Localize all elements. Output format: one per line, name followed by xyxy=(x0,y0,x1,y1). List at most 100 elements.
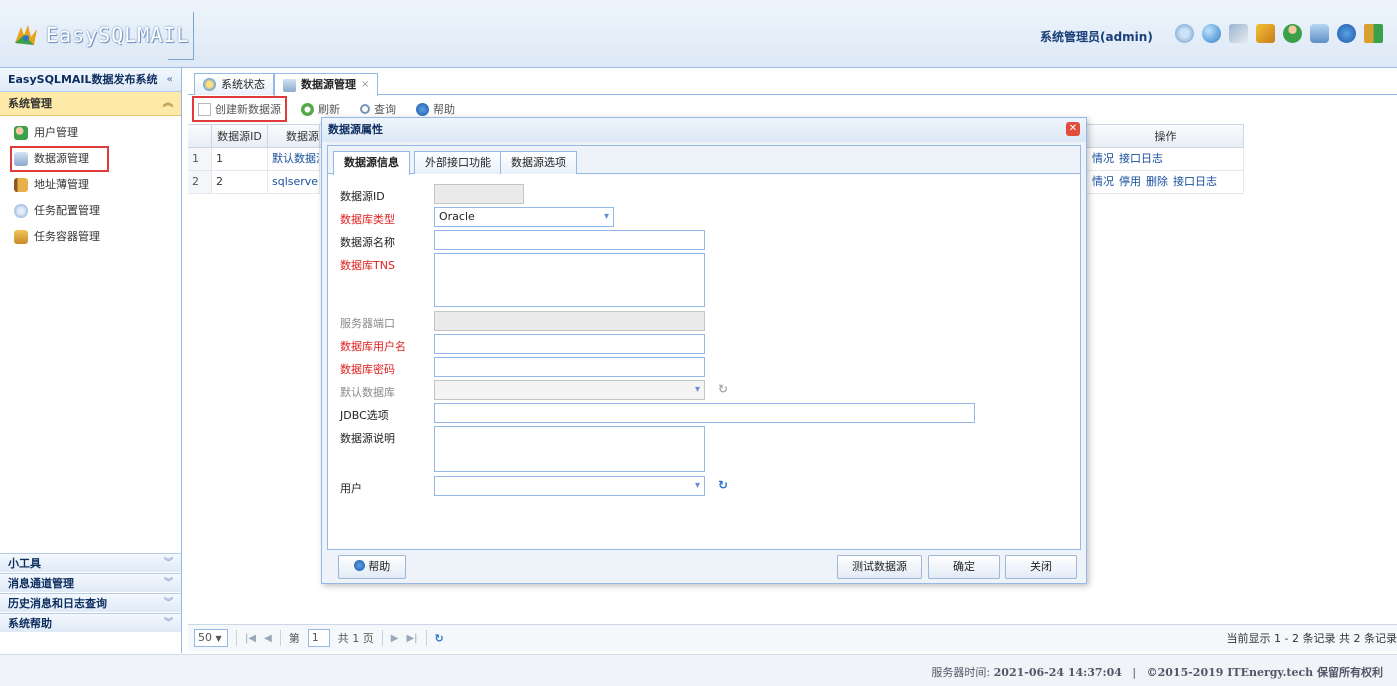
db-type-select[interactable]: Oracle ▾ xyxy=(434,207,614,227)
datasource-desc-field[interactable] xyxy=(434,426,705,472)
last-page-icon[interactable]: ▶| xyxy=(406,633,417,644)
datasource-name-field[interactable] xyxy=(434,230,705,250)
status-link[interactable]: 情况 xyxy=(1092,175,1114,188)
logo-icon xyxy=(15,25,37,45)
chevron-down-icon: ︾ xyxy=(163,598,173,608)
gear-icon[interactable] xyxy=(1175,24,1194,43)
server-time-label: 服务器时间: xyxy=(931,666,991,679)
jdbc-options-field[interactable] xyxy=(434,403,975,423)
ok-button[interactable]: 确定 xyxy=(928,555,1000,579)
close-button[interactable]: 关闭 xyxy=(1005,555,1077,579)
interface-log-link[interactable]: 接口日志 xyxy=(1173,175,1217,188)
nav-section-tools[interactable]: 小工具 ︾ xyxy=(0,553,181,572)
delete-link[interactable]: 删除 xyxy=(1146,175,1168,188)
first-page-icon[interactable]: |◀ xyxy=(245,633,256,644)
tab-datasource-options[interactable]: 数据源选项 xyxy=(500,151,577,174)
chevron-down-icon: ▾ xyxy=(694,384,700,395)
user-select[interactable]: ▾ xyxy=(434,476,705,496)
current-user[interactable]: 系统管理员(admin) xyxy=(1040,28,1153,45)
chevron-down-icon: ︾ xyxy=(163,558,173,568)
prev-page-icon[interactable]: ◀ xyxy=(264,633,272,644)
help-icon[interactable] xyxy=(1337,24,1356,43)
total-pages: 共 1 页 xyxy=(337,632,374,645)
tab-label: 数据源管理 xyxy=(301,78,356,91)
dialog-title[interactable]: 数据源属性 xyxy=(322,118,1086,142)
left-navigation-panel: EasySQLMAIL数据发布系统 « 系统管理 ︽ 用户管理 数据源管理 地址… xyxy=(0,68,182,653)
db-tns-field[interactable] xyxy=(434,253,705,307)
datasource-name-label: 数据源名称 xyxy=(340,236,395,249)
brush-icon[interactable] xyxy=(1256,24,1275,43)
nav-section-history[interactable]: 历史消息和日志查询 ︾ xyxy=(0,593,181,612)
tools-icon[interactable] xyxy=(1229,24,1248,43)
next-page-icon[interactable]: ▶ xyxy=(391,633,399,644)
interface-log-link[interactable]: 接口日志 xyxy=(1119,152,1163,165)
dialog-help-button[interactable]: 帮助 xyxy=(338,555,406,579)
refresh-user-icon[interactable]: ↻ xyxy=(718,478,728,492)
chevron-up-icon[interactable]: ︽ xyxy=(163,92,173,116)
dialog-tab-bar: 数据源信息 外部接口功能 数据源选项 xyxy=(328,146,1080,175)
status-icon xyxy=(203,78,216,91)
search-icon xyxy=(360,104,370,114)
test-datasource-button[interactable]: 测试数据源 xyxy=(837,555,922,579)
status-link[interactable]: 情况 xyxy=(1092,152,1114,165)
sidebar-item-datasource[interactable]: 数据源管理 xyxy=(10,146,109,172)
chevron-down-icon: ▾ xyxy=(603,211,609,222)
sidebar-item-task-container[interactable]: 任务容器管理 xyxy=(0,224,181,250)
nav-section-label: 小工具 xyxy=(8,557,41,570)
create-datasource-label: 创建新数据源 xyxy=(215,103,281,116)
column-header-name[interactable]: 数据源 xyxy=(268,125,320,148)
globe-icon[interactable] xyxy=(1202,24,1221,43)
package-icon[interactable] xyxy=(1310,24,1329,43)
db-password-field[interactable] xyxy=(434,357,705,377)
close-tab-icon[interactable]: × xyxy=(361,75,369,95)
cell-name[interactable]: 默认数据源 xyxy=(268,148,320,170)
close-icon[interactable]: ✕ xyxy=(1066,122,1080,136)
pager-separator xyxy=(381,630,383,646)
exit-icon[interactable] xyxy=(1364,24,1383,43)
page-size-select[interactable]: 50 ▼ xyxy=(194,629,228,647)
sidebar-item-addressbook[interactable]: 地址薄管理 xyxy=(0,172,181,198)
chevron-down-icon: ︾ xyxy=(163,578,173,588)
nav-section-label: 消息通道管理 xyxy=(8,577,74,590)
sidebar-item-label: 用户管理 xyxy=(34,126,78,139)
sidebar-item-users[interactable]: 用户管理 xyxy=(0,120,181,146)
user-icon[interactable] xyxy=(1283,24,1302,43)
refresh-icon[interactable]: ↻ xyxy=(435,632,444,645)
server-port-field xyxy=(434,311,705,331)
datasource-desc-label: 数据源说明 xyxy=(340,432,395,445)
logo-frame-decoration xyxy=(168,12,194,60)
refresh-default-db-icon: ↻ xyxy=(718,382,729,396)
page-size-value: 50 xyxy=(198,631,212,644)
column-header-id[interactable]: 数据源ID xyxy=(212,125,268,148)
datasource-icon xyxy=(283,78,296,92)
db-username-field[interactable] xyxy=(434,334,705,354)
user-label: 用户 xyxy=(340,482,362,495)
refresh-label: 刷新 xyxy=(318,103,340,116)
nav-section-label: 系统帮助 xyxy=(8,617,52,630)
query-label: 查询 xyxy=(374,103,396,116)
copyright: ©2015-2019 ITEnergy.tech 保留所有权利 xyxy=(1146,666,1383,679)
task-container-icon xyxy=(14,230,28,244)
nav-section-channels[interactable]: 消息通道管理 ︾ xyxy=(0,573,181,592)
tab-datasource-info[interactable]: 数据源信息 xyxy=(333,151,410,175)
nav-section-system[interactable]: 系统管理 ︽ xyxy=(0,92,181,116)
grid-pager: 50 ▼ |◀ ◀ 第 1 共 1 页 ▶ ▶| ↻ 当前显示 1 - 2 条记… xyxy=(188,624,1397,651)
nav-section-help[interactable]: 系统帮助 ︾ xyxy=(0,613,181,632)
create-datasource-button[interactable]: 创建新数据源 xyxy=(192,96,287,122)
cell-name[interactable]: sqlserver xyxy=(268,171,320,193)
collapse-left-icon[interactable]: « xyxy=(167,68,173,92)
tab-datasource[interactable]: 数据源管理 × xyxy=(274,73,379,96)
page-number-input[interactable]: 1 xyxy=(307,629,330,647)
main-tab-bar: 系统状态 数据源管理 × xyxy=(188,70,1397,96)
default-db-label: 默认数据库 xyxy=(340,386,395,399)
disable-link[interactable]: 停用 xyxy=(1119,175,1141,188)
sidebar-item-task-config[interactable]: 任务配置管理 xyxy=(0,198,181,224)
tab-external-interface[interactable]: 外部接口功能 xyxy=(414,151,502,174)
header-toolbar xyxy=(1175,24,1383,43)
cell-id: 1 xyxy=(212,148,268,170)
cell-id: 2 xyxy=(212,171,268,193)
chevron-down-icon: ︾ xyxy=(163,618,173,628)
refresh-icon xyxy=(301,102,314,116)
tab-system-status[interactable]: 系统状态 xyxy=(194,73,274,95)
server-port-label: 服务器端口 xyxy=(340,317,395,330)
